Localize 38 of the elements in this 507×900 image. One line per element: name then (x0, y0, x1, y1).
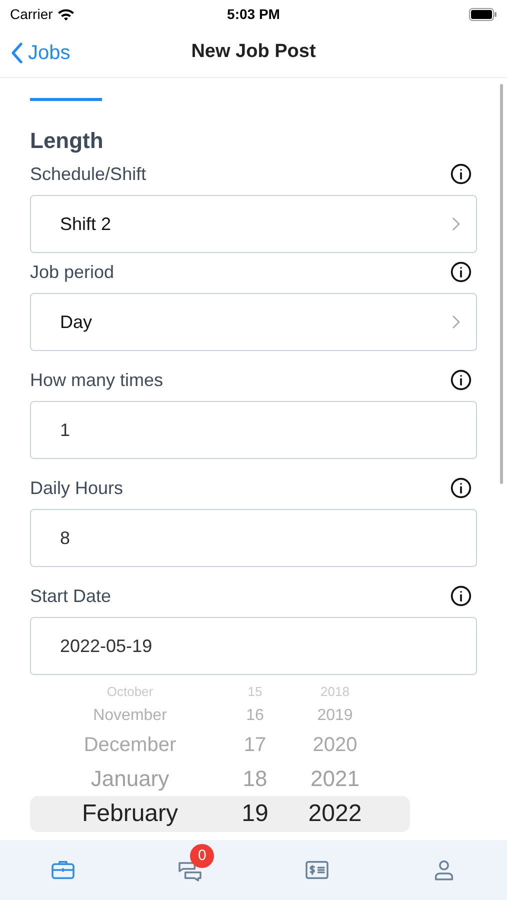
picker-year: 2020 (312, 732, 358, 758)
picker-month: January (90, 764, 170, 793)
picker-day: 16 (230, 704, 280, 728)
field-label: How many times (30, 368, 164, 392)
info-icon[interactable] (450, 163, 472, 185)
picker-month: November (92, 706, 168, 726)
picker-day: 17 (230, 730, 280, 760)
input-field[interactable]: 1 (30, 401, 477, 459)
notification-badge: 0 (190, 844, 214, 868)
field-label: Schedule/Shift (30, 162, 146, 186)
picker-day: 18 (230, 762, 280, 794)
chevron-right-icon (452, 315, 460, 329)
info-icon[interactable] (450, 585, 472, 607)
picker-selected-row[interactable]: February 19 2022 (30, 796, 410, 832)
picker-year: 2022 (307, 798, 363, 828)
section-title: Length (30, 127, 104, 155)
picker-year: 2021 (310, 764, 360, 792)
picker-year: 2019 (316, 706, 354, 726)
status-time: 5:03 PM (227, 4, 280, 24)
wifi-icon (56, 8, 75, 20)
battery-icon (469, 8, 498, 20)
field-label: Job period (30, 260, 114, 284)
picker-day: 19 (230, 796, 280, 832)
field-label: Daily Hours (30, 476, 124, 500)
page-title: New Job Post (191, 40, 316, 64)
info-icon[interactable] (450, 261, 472, 283)
select-field[interactable]: Day (30, 293, 477, 351)
chevron-right-icon (452, 217, 460, 231)
picker-month: February (80, 798, 180, 828)
input-field[interactable]: 8 (30, 509, 477, 567)
picker-month: December (82, 732, 178, 758)
info-icon[interactable] (450, 477, 472, 499)
carrier-label: Carrier (10, 4, 53, 24)
input-field[interactable]: 2022-05-19 (30, 617, 477, 675)
chevron-left-icon (10, 40, 24, 64)
select-field[interactable]: Shift 2 (30, 195, 477, 253)
field-label: Start Date (30, 584, 112, 608)
info-icon[interactable] (450, 369, 472, 391)
